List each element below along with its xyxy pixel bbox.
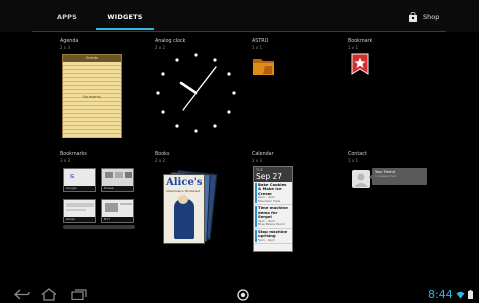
calendar-event: Bake Cookies & Make Ice Cream 2pm – 3pm …: [254, 182, 292, 206]
bookmark-thumb-label: Google: [64, 186, 95, 191]
agenda-widget-preview[interactable]: Events No events: [62, 54, 122, 138]
book-cover-figure: [174, 199, 194, 239]
bookmark-thumb: G Google: [63, 168, 96, 192]
tab-selected-indicator: [96, 28, 154, 30]
analog-clock-widget-preview[interactable]: [153, 50, 239, 136]
book-cover-front: Alice's Adventures in Wonderland: [163, 174, 205, 244]
books-widget-preview[interactable]: Alice's Adventures in Wonderland: [160, 170, 218, 245]
bookmark-thumb: Picasa: [101, 168, 134, 192]
notification-circle-icon[interactable]: [237, 289, 249, 301]
avatar: [352, 170, 370, 188]
calendar-header: TUE Sep 27: [254, 167, 292, 182]
book-cover-subtitle: Adventures in Wonderland: [166, 190, 201, 193]
contact-subtitle: 1 unread mail: [375, 174, 396, 179]
shopping-bag-icon: [409, 12, 417, 22]
status-clock[interactable]: 8:44: [428, 287, 473, 302]
home-icon[interactable]: [41, 288, 57, 301]
bookmarks-scroll-bar: [63, 225, 135, 229]
folder-icon[interactable]: [252, 55, 275, 76]
widget-size-bookmarks: 3 x 3: [60, 158, 70, 163]
contact-card: Your Friend 1 unread mail: [372, 168, 427, 185]
clock-hour-hand: [179, 81, 198, 95]
clock-second-hand: [182, 92, 197, 111]
widget-size-astro: 1 x 1: [252, 45, 262, 50]
widget-size-bookmark: 1 x 1: [348, 45, 358, 50]
calendar-event: Time machine demo for Sergei 3pm – 5pm B…: [254, 205, 292, 229]
calendar-date: Sep 27: [256, 172, 283, 181]
widget-size-contact: 1 x 1: [348, 158, 358, 163]
status-time: 8:44: [428, 288, 453, 301]
bookmark-thumb-label: Picasa: [102, 186, 133, 191]
bookmark-thumb-label: NYT: [102, 217, 133, 222]
calendar-widget-preview[interactable]: TUE Sep 27 Bake Cookies & Make Ice Cream…: [253, 166, 293, 252]
back-icon[interactable]: [14, 289, 30, 300]
contact-silhouette-icon: [354, 173, 368, 187]
tab-apps[interactable]: APPS: [43, 0, 91, 30]
shop-label: Shop: [423, 13, 440, 21]
bookmark-thumb-label: Gmail: [64, 217, 95, 222]
book-cover-figure-head: [178, 195, 188, 204]
book-cover-title: Alice's: [166, 177, 203, 188]
contact-widget-preview[interactable]: Your Friend 1 unread mail: [350, 168, 427, 189]
top-divider: [32, 31, 446, 32]
widget-size-agenda: 2 x 3: [60, 45, 70, 50]
battery-icon: [467, 290, 473, 299]
calendar-event-title: Time machine demo for Sergei: [258, 205, 288, 220]
shop-button[interactable]: Shop: [408, 11, 439, 23]
widget-size-books: 2 x 2: [155, 158, 165, 163]
bookmark-thumb: NYT: [101, 199, 134, 223]
recent-apps-icon[interactable]: [71, 289, 87, 300]
agenda-empty-text: No events: [83, 95, 101, 99]
calendar-event: Stop machine uprising 5pm – 6pm: [254, 229, 292, 245]
calendar-event-place: Blue Palace Room: [258, 222, 285, 227]
widget-size-calendar: 2 x 3: [252, 158, 262, 163]
wifi-icon: [456, 291, 465, 298]
calendar-event-place: Mountain View: [258, 198, 281, 203]
agenda-header: Events: [63, 55, 121, 62]
bookmark-thumb: Gmail: [63, 199, 96, 223]
agenda-lines: [63, 62, 121, 138]
calendar-event-time: 5pm – 6pm: [258, 237, 275, 242]
bookmark-icon[interactable]: [351, 53, 369, 75]
tab-widgets[interactable]: WIDGETS: [96, 0, 154, 30]
clock-minute-hand: [195, 66, 217, 94]
